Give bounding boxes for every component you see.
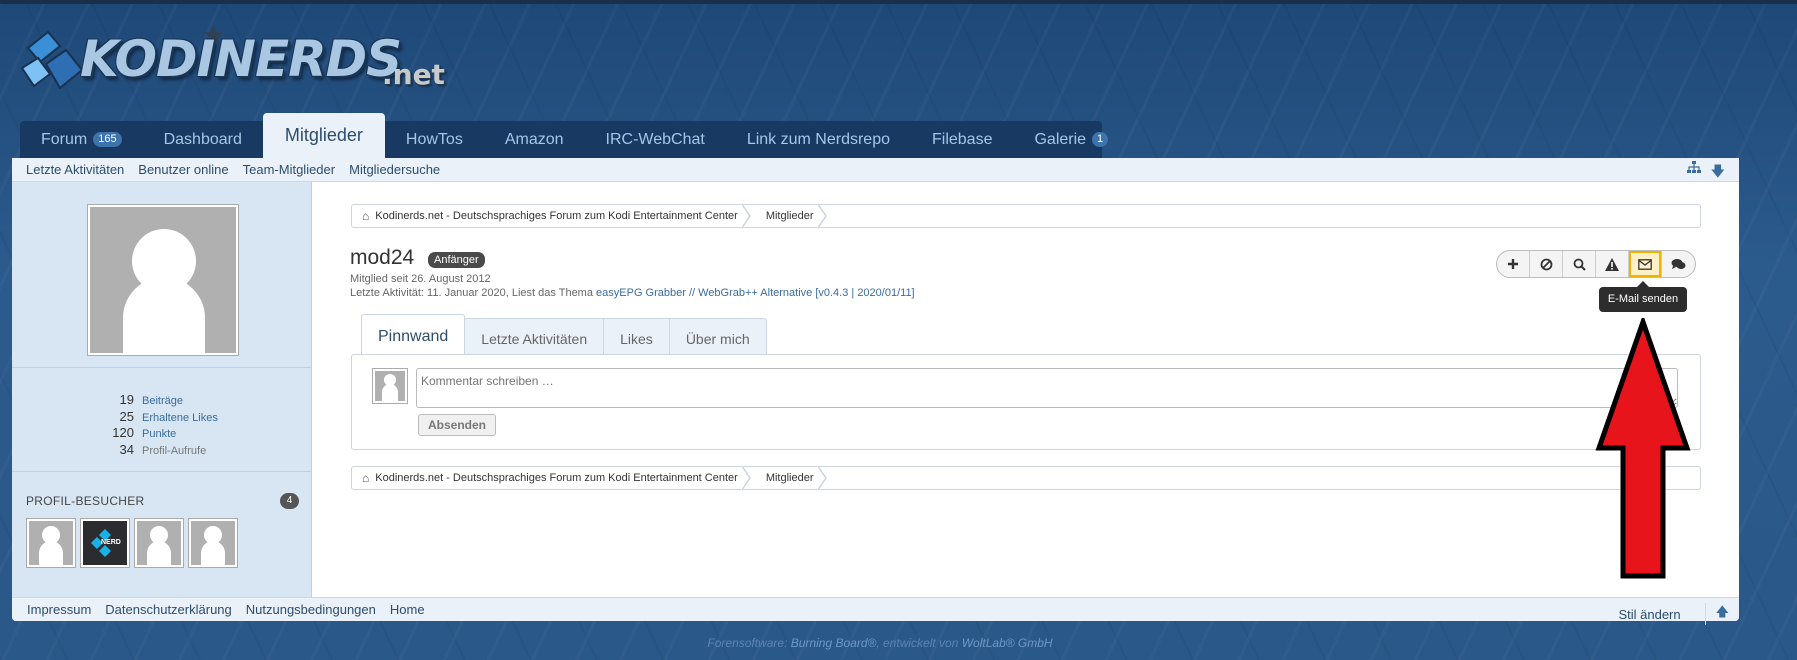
arrow-down-icon[interactable]: 🡇 [1711, 161, 1725, 185]
visitor-avatar[interactable] [188, 518, 238, 568]
search-icon[interactable] [1563, 251, 1596, 277]
tab-ueber-mich[interactable]: Über mich [669, 318, 767, 355]
submit-button[interactable]: Absenden [418, 414, 497, 436]
footer-datenschutz[interactable]: Datenschutzerklärung [105, 602, 231, 617]
last-activity-thread-link[interactable]: easyEPG Grabber // WebGrab++ Alternative… [596, 287, 915, 299]
member-since: Mitglied seit 26. August 2012 [350, 273, 491, 285]
footer-impressum[interactable]: Impressum [27, 602, 91, 617]
subnav-icons: 🡇 [1686, 161, 1725, 185]
nav-galerie-badge: 1 [1092, 132, 1109, 147]
top-strip [0, 0, 1797, 4]
sitemap-icon[interactable] [1686, 161, 1701, 185]
logo-tld: .net [382, 58, 445, 91]
profile-visitors-title: PROFIL-BESUCHER [26, 494, 145, 508]
nav-forum-label: Forum [41, 130, 88, 148]
breadcrumb-forum[interactable]: Kodinerds.net - Deutschsprachiges Forum … [375, 472, 748, 484]
stat-label: Profil-Aufrufe [142, 444, 207, 457]
stat-label[interactable]: Erhaltene Likes [142, 412, 218, 424]
logo-text: KODINERDS [80, 30, 402, 88]
profile-avatar [87, 204, 239, 356]
nav-galerie[interactable]: Galerie 1 [1013, 121, 1129, 158]
block-icon[interactable] [1530, 251, 1563, 277]
visitor-avatar[interactable] [26, 518, 76, 568]
warning-icon[interactable] [1596, 251, 1629, 277]
footer-home[interactable]: Home [390, 602, 425, 617]
profile-visitors-count: 4 [280, 493, 299, 509]
nav-dashboard[interactable]: Dashboard [143, 121, 263, 158]
nav-irc-webchat[interactable]: IRC-WebChat [585, 121, 726, 158]
breadcrumb-separator [740, 465, 758, 491]
home-icon: ⌂ [362, 209, 370, 223]
subnav-team-mitglieder[interactable]: Team-Mitglieder [243, 162, 335, 177]
nav-howtos[interactable]: HowTos [385, 121, 484, 158]
email-tooltip: E-Mail senden [1599, 281, 1687, 312]
profile-stats: 19 Beiträge 25 Erhaltene Likes 120 Punkte 3… [92, 392, 292, 458]
last-activity: Letzte Aktivität: 11. Januar 2020, Liest… [350, 287, 915, 299]
profile-sidebar: 19 Beiträge 25 Erhaltene Likes 120 Punkte 3… [12, 182, 312, 597]
stat-label[interactable]: Punkte [142, 428, 176, 440]
nav-forum-badge: 165 [93, 132, 122, 147]
nav-nerdsrepo[interactable]: Link zum Nerdsrepo [726, 121, 911, 158]
nav-amazon[interactable]: Amazon [484, 121, 585, 158]
subnav-letzte-aktivitaeten[interactable]: Letzte Aktivitäten [26, 162, 124, 177]
profile-visitors-list: NERD [26, 518, 238, 568]
subnav-benutzer-online[interactable]: Benutzer online [138, 162, 228, 177]
main-navigation: Forum 165 Dashboard Mitglieder HowTos Ama… [20, 113, 1109, 158]
nav-galerie-label: Galerie [1034, 130, 1087, 148]
stat-value: 19 [119, 392, 134, 407]
subnav-mitgliedersuche[interactable]: Mitgliedersuche [349, 162, 440, 177]
copyright-product-link[interactable]: Burning Board® [791, 636, 877, 650]
comment-input[interactable] [416, 368, 1678, 408]
stat-value: 25 [119, 408, 134, 424]
footer-bar: Impressum Datenschutzerklärung Nutzungsb… [12, 597, 1739, 625]
tab-pinnwand[interactable]: Pinnwand [361, 314, 466, 355]
home-icon: ⌂ [362, 471, 370, 485]
change-style-link[interactable]: Stil ändern [1618, 607, 1680, 622]
site-logo[interactable]: ★ KODINERDS .net [20, 20, 445, 100]
breadcrumb-mitglieder[interactable]: Mitglieder [766, 210, 824, 222]
stat-label[interactable]: Beiträge [142, 395, 183, 407]
nav-filebase[interactable]: Filebase [911, 121, 1013, 158]
red-annotation-arrow-icon [1595, 318, 1691, 579]
stat-beitraege[interactable]: 19 Beiträge [92, 392, 292, 409]
sidebar-divider [12, 367, 312, 368]
nav-mitglieder[interactable]: Mitglieder [262, 113, 385, 158]
footer-nutzungsbedingungen[interactable]: Nutzungsbedingungen [246, 602, 376, 617]
stat-punkte[interactable]: 120 Punkte [92, 425, 292, 442]
arrow-up-icon[interactable]: 🡅 [1704, 603, 1729, 625]
comment-avatar [372, 368, 408, 404]
stat-likes[interactable]: 25 Erhaltene Likes [92, 409, 292, 426]
plus-icon[interactable] [1497, 251, 1530, 277]
footer-right: Stil ändern 🡅 [1618, 603, 1729, 625]
sidebar-divider [12, 471, 312, 472]
copyright-middle: , entwickelt von [876, 636, 962, 650]
breadcrumb-separator [816, 465, 834, 491]
profile-action-buttons [1496, 250, 1696, 278]
visitor-avatar[interactable]: NERD [80, 518, 130, 568]
tab-likes[interactable]: Likes [604, 318, 670, 355]
visitor-avatar[interactable] [134, 518, 184, 568]
copyright: Forensoftware: Burning Board®, entwickel… [0, 636, 1760, 650]
sub-navigation: Letzte Aktivitäten Benutzer online Team-… [12, 158, 1739, 182]
profile-username: mod24 [350, 246, 415, 269]
kodi-avatar-label: NERD [101, 539, 121, 546]
breadcrumb-separator [816, 203, 834, 229]
breadcrumb: ⌂ Kodinerds.net - Deutschsprachiges Foru… [351, 465, 1701, 491]
stat-value: 34 [119, 441, 134, 457]
breadcrumb: ⌂ Kodinerds.net - Deutschsprachiges Foru… [351, 203, 1701, 229]
copyright-prefix: Forensoftware: [707, 636, 791, 650]
comments-icon[interactable] [1662, 251, 1695, 277]
nav-forum[interactable]: Forum 165 [20, 121, 143, 158]
copyright-company-link[interactable]: WoltLab® GmbH [962, 636, 1053, 650]
profile-tabs: Pinnwand Letzte Aktivitäten Likes Über m… [361, 314, 767, 355]
last-activity-text: Letzte Aktivität: 11. Januar 2020, Liest… [350, 287, 597, 299]
stat-profil-aufrufe: 34 Profil-Aufrufe [92, 442, 292, 459]
tab-letzte-aktivitaeten[interactable]: Letzte Aktivitäten [465, 318, 605, 355]
envelope-icon[interactable] [1629, 251, 1662, 277]
breadcrumb-separator [740, 203, 758, 229]
breadcrumb-forum[interactable]: Kodinerds.net - Deutschsprachiges Forum … [375, 210, 748, 222]
stat-value: 120 [112, 425, 134, 440]
breadcrumb-mitglieder[interactable]: Mitglieder [766, 472, 824, 484]
user-rank-badge: Anfänger [428, 252, 485, 268]
